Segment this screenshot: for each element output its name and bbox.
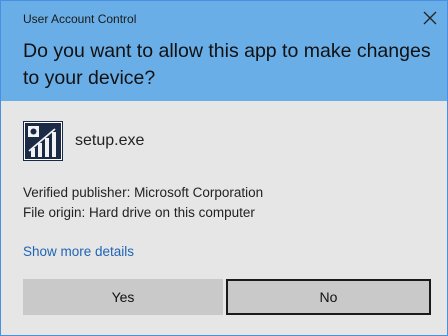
dialog-header: User Account Control Do you want to allo…	[1, 1, 447, 101]
app-info: Verified publisher: Microsoft Corporatio…	[23, 183, 263, 223]
file-origin-text: File origin: Hard drive on this computer	[23, 205, 255, 220]
window-title: User Account Control	[23, 12, 137, 26]
uac-question: Do you want to allow this app to make ch…	[23, 40, 431, 89]
close-icon	[423, 11, 437, 25]
no-button[interactable]: No	[226, 279, 431, 315]
app-name: setup.exe	[75, 132, 145, 149]
close-button[interactable]	[417, 6, 443, 30]
uac-dialog: User Account Control Do you want to allo…	[0, 0, 448, 336]
setup-chart-icon	[23, 121, 63, 161]
show-more-details-link[interactable]: Show more details	[23, 244, 134, 259]
yes-button[interactable]: Yes	[23, 279, 223, 315]
publisher-text: Verified publisher: Microsoft Corporatio…	[23, 185, 264, 200]
